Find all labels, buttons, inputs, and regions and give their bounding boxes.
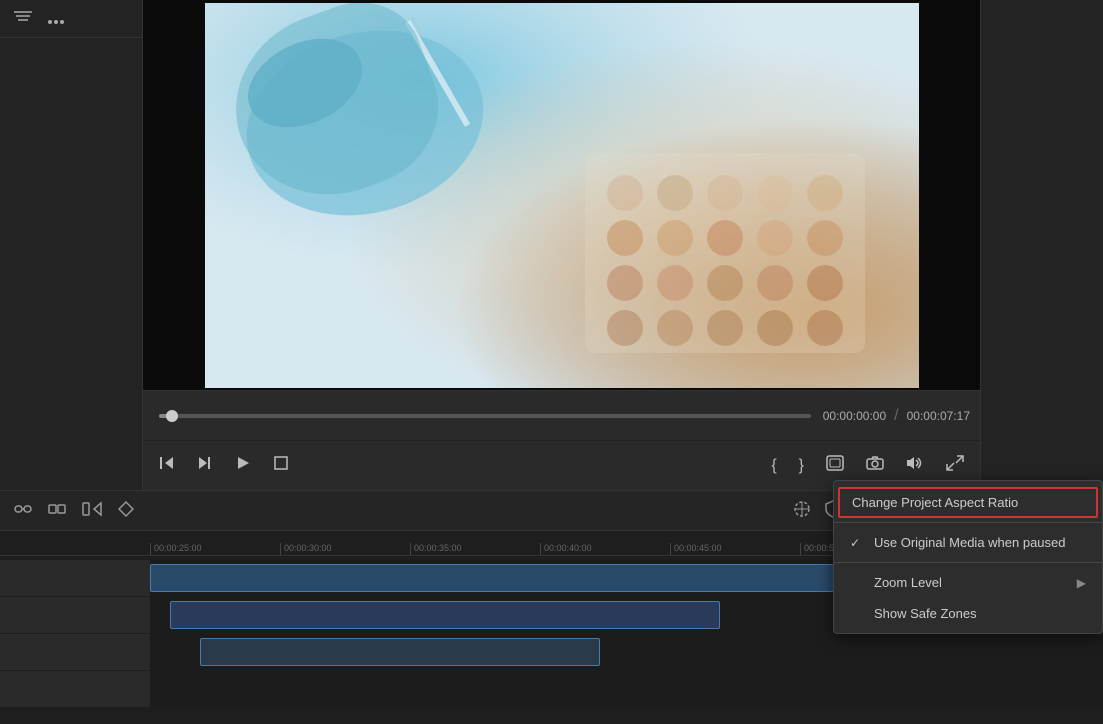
ruler-mark-4: 00:00:45:00 [670, 543, 800, 555]
video-thumbnail [205, 3, 919, 388]
more-options-button[interactable] [44, 9, 68, 29]
group-icon [48, 501, 66, 517]
menu-item-label: Change Project Aspect Ratio [852, 495, 1018, 510]
stop-button[interactable] [267, 451, 295, 480]
video-frame [143, 0, 980, 390]
stop-icon [273, 455, 289, 471]
mark-in-button[interactable]: { [765, 453, 782, 479]
track-label-3 [0, 634, 150, 670]
track-clip-2[interactable] [170, 601, 720, 629]
ruler-mark-3: 00:00:40:00 [540, 543, 670, 555]
track-row-4 [0, 671, 1103, 707]
menu-item-use-original-media[interactable]: ✓ Use Original Media when paused [834, 527, 1102, 558]
prev-edit-icon [82, 501, 102, 517]
audio-icon [906, 455, 924, 471]
prev-edit-button[interactable] [78, 497, 106, 524]
checkmark-icon: ✓ [850, 536, 866, 550]
menu-item-label: Zoom Level [874, 575, 942, 590]
ellipsis-icon [48, 20, 64, 24]
effects-button[interactable] [789, 496, 815, 525]
submenu-arrow-icon: ▶ [1077, 576, 1086, 590]
menu-divider-1 [834, 522, 1102, 523]
menu-item-zoom-level[interactable]: ✓ Zoom Level ▶ [834, 567, 1102, 598]
step-back-icon [159, 455, 175, 471]
ruler-mark-1: 00:00:30:00 [280, 543, 410, 555]
track-clip-1[interactable] [150, 564, 850, 592]
seek-bar[interactable] [159, 414, 811, 418]
link-clips-button[interactable] [10, 497, 36, 524]
mark-out-icon: } [799, 457, 804, 474]
no-check-spacer: ✓ [850, 576, 866, 590]
group-clips-button[interactable] [44, 497, 70, 524]
fit-view-icon [826, 455, 844, 471]
filter-icon [14, 10, 32, 24]
audio-button[interactable] [900, 451, 930, 480]
ruler-mark-2: 00:00:35:00 [410, 543, 540, 555]
play-icon [235, 455, 251, 471]
menu-item-label: Show Safe Zones [874, 606, 977, 621]
fit-view-button[interactable] [820, 451, 850, 480]
left-panel [0, 0, 143, 490]
mark-out-button[interactable]: } [793, 453, 810, 479]
progress-thumb[interactable] [166, 410, 178, 422]
camera-icon [866, 455, 884, 471]
fullscreen-icon [946, 455, 964, 471]
effects-icon [793, 500, 811, 518]
marker-icon [118, 501, 134, 517]
context-menu: Change Project Aspect Ratio ✓ Use Origin… [833, 480, 1103, 634]
menu-item-change-aspect-ratio[interactable]: Change Project Aspect Ratio [838, 487, 1098, 518]
total-time-display: 00:00:07:17 [907, 409, 970, 423]
track-label-4 [0, 671, 150, 707]
current-time-display: 00:00:00:00 [823, 409, 886, 423]
menu-item-label: Use Original Media when paused [874, 535, 1066, 550]
ruler-mark-0: 00:00:25:00 [150, 543, 280, 555]
no-check-spacer-2: ✓ [850, 607, 866, 621]
step-back-button[interactable] [153, 451, 181, 480]
video-player-area: 00:00:00:00 / 00:00:07:17 [143, 0, 980, 490]
step-forward-button[interactable] [191, 451, 219, 480]
right-panel [980, 0, 1103, 490]
fullscreen-button[interactable] [940, 451, 970, 480]
filter-button[interactable] [10, 8, 36, 29]
play-button[interactable] [229, 451, 257, 480]
time-separator: / [894, 407, 898, 425]
left-panel-header [0, 0, 142, 38]
track-label-1 [0, 560, 150, 596]
track-label-2 [0, 597, 150, 633]
snapshot-button[interactable] [860, 451, 890, 480]
mark-in-icon: { [771, 457, 776, 474]
track-row-3 [0, 634, 1103, 670]
track-content-4 [150, 671, 1103, 707]
step-forward-icon [197, 455, 213, 471]
link-icon [14, 501, 32, 517]
video-content [205, 3, 919, 388]
menu-item-show-safe-zones[interactable]: ✓ Show Safe Zones [834, 598, 1102, 629]
track-content-3 [150, 634, 1103, 670]
seek-bar-container: 00:00:00:00 / 00:00:07:17 [143, 390, 980, 440]
add-marker-button[interactable] [114, 497, 138, 524]
track-clip-3[interactable] [200, 638, 600, 666]
menu-divider-2 [834, 562, 1102, 563]
